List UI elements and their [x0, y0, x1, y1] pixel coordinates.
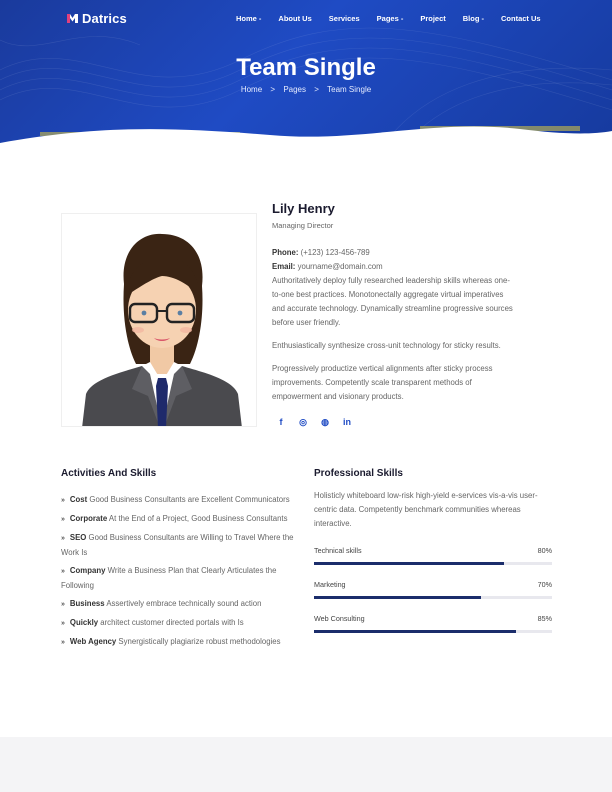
double-chevron-icon: »	[61, 535, 65, 542]
breadcrumb-separator: >	[270, 85, 276, 94]
instagram-icon[interactable]: ◎	[298, 417, 308, 427]
phone-row: Phone: (+123) 123-456-789	[272, 246, 517, 260]
item-text: At the End of a Project, Good Business C…	[107, 514, 288, 523]
skills-description: Holisticly whiteboard low-risk high-yiel…	[314, 491, 538, 528]
bio-paragraph: Progressively productize vertical alignm…	[272, 364, 493, 401]
skill-technical: Technical skills 80%	[314, 546, 552, 565]
progress-fill	[314, 562, 505, 565]
item-text: Assertively embrace technically sound ac…	[104, 599, 262, 608]
avatar-illustration	[82, 233, 242, 426]
item-keyword: Business	[69, 599, 105, 608]
bio-paragraph: Authoritatively deploy fully researched …	[272, 276, 513, 327]
facebook-icon[interactable]: f	[276, 417, 286, 427]
breadcrumb-home[interactable]: Home	[241, 85, 262, 94]
activities-list: » Cost Good Business Consultants are Exce…	[61, 493, 297, 650]
list-item: » Cost Good Business Consultants are Exce…	[61, 493, 297, 508]
activities-section: Activities And Skills » Cost Good Busines…	[61, 468, 297, 654]
top-navigation: Datrics Home - About Us Services Pages -…	[0, 0, 612, 38]
item-keyword: Cost	[69, 495, 88, 504]
main-menu: Home - About Us Services Pages - Project…	[236, 14, 541, 23]
skill-marketing: Marketing 70%	[314, 580, 552, 599]
nav-item-pages[interactable]: Pages -	[377, 14, 404, 23]
item-keyword: SEO	[69, 533, 87, 542]
member-profile: Lily Henry Managing Director Phone: (+12…	[272, 201, 517, 427]
brand-logo[interactable]: Datrics	[66, 11, 127, 26]
breadcrumb: Home > Pages > Team Single	[0, 85, 612, 94]
dribbble-icon[interactable]: ◍	[320, 417, 330, 427]
logo-mark-icon	[67, 14, 78, 23]
nav-item-contact[interactable]: Contact Us	[501, 14, 541, 23]
nav-item-home[interactable]: Home -	[236, 14, 261, 23]
double-chevron-icon: »	[61, 516, 65, 523]
breadcrumb-current: Team Single	[327, 85, 372, 94]
breadcrumb-separator: >	[314, 85, 319, 94]
item-keyword: Company	[69, 566, 106, 575]
list-item: » Company Write a Business Plan that Clea…	[61, 564, 297, 593]
member-name: Lily Henry	[272, 201, 335, 216]
brand-name: Datrics	[82, 11, 127, 26]
linkedin-icon[interactable]: in	[342, 417, 352, 427]
list-item: » Quickly architect customer directed por…	[61, 616, 297, 631]
team-member-photo	[61, 213, 257, 427]
list-item: » Web Agency Synergistically plagiarize r…	[61, 635, 297, 650]
progress-fill	[314, 596, 481, 599]
page-title: Team Single	[236, 54, 376, 81]
hero-bottom-wave	[0, 126, 612, 150]
professional-skills-section: Professional Skills Holisticly whiteboar…	[314, 468, 552, 633]
item-text: architect customer directed portals with…	[98, 618, 244, 627]
list-item: » Business Assertively embrace technicall…	[61, 597, 297, 612]
skill-percent: 70%	[537, 580, 552, 589]
progress-fill	[314, 630, 517, 633]
contact-info: Phone: (+123) 123-456-789 Email: yournam…	[272, 246, 517, 274]
nav-item-blog[interactable]: Blog -	[463, 14, 484, 23]
nav-item-services[interactable]: Services	[329, 14, 360, 23]
email-row: Email: yourname@domain.com	[272, 260, 517, 274]
page-hero: Datrics Home - About Us Services Pages -…	[0, 0, 612, 150]
skill-label: Technical skills	[314, 546, 362, 555]
list-item: » SEO Good Business Consultants are Willi…	[61, 531, 297, 560]
section-title: Activities And Skills	[61, 468, 157, 479]
list-item: » Corporate At the End of a Project, Good…	[61, 512, 297, 527]
email-label: Email:	[272, 262, 296, 271]
skill-percent: 85%	[537, 614, 552, 623]
footer-band	[0, 737, 612, 792]
item-keyword: Quickly	[69, 618, 99, 627]
section-title: Professional Skills	[314, 468, 403, 479]
item-text: Synergistically plagiarize robust method…	[116, 637, 281, 646]
email-value[interactable]: yourname@domain.com	[298, 262, 383, 271]
item-text: Good Business Consultants are Willing to…	[61, 533, 294, 557]
progress-bar	[314, 630, 552, 633]
breadcrumb-pages[interactable]: Pages	[283, 85, 306, 94]
skill-web-consulting: Web Consulting 85%	[314, 614, 552, 633]
double-chevron-icon: »	[61, 601, 65, 608]
double-chevron-icon: »	[61, 620, 65, 627]
progress-bar	[314, 562, 552, 565]
item-text: Good Business Consultants are Excellent …	[87, 495, 290, 504]
double-chevron-icon: »	[61, 568, 65, 575]
bio-paragraph: Enthusiastically synthesize cross-unit t…	[272, 341, 501, 350]
item-keyword: Web Agency	[69, 637, 117, 646]
item-keyword: Corporate	[69, 514, 108, 523]
skill-percent: 80%	[537, 546, 552, 555]
phone-value[interactable]: (+123) 123-456-789	[301, 248, 370, 257]
double-chevron-icon: »	[61, 639, 65, 646]
nav-item-about[interactable]: About Us	[278, 14, 311, 23]
skill-label: Web Consulting	[314, 614, 365, 623]
social-links: f ◎ ◍ in	[272, 417, 517, 428]
member-role: Managing Director	[272, 221, 334, 230]
double-chevron-icon: »	[61, 497, 65, 504]
nav-item-project[interactable]: Project	[420, 14, 445, 23]
progress-bar	[314, 596, 552, 599]
skill-label: Marketing	[314, 580, 346, 589]
phone-label: Phone:	[272, 248, 299, 257]
